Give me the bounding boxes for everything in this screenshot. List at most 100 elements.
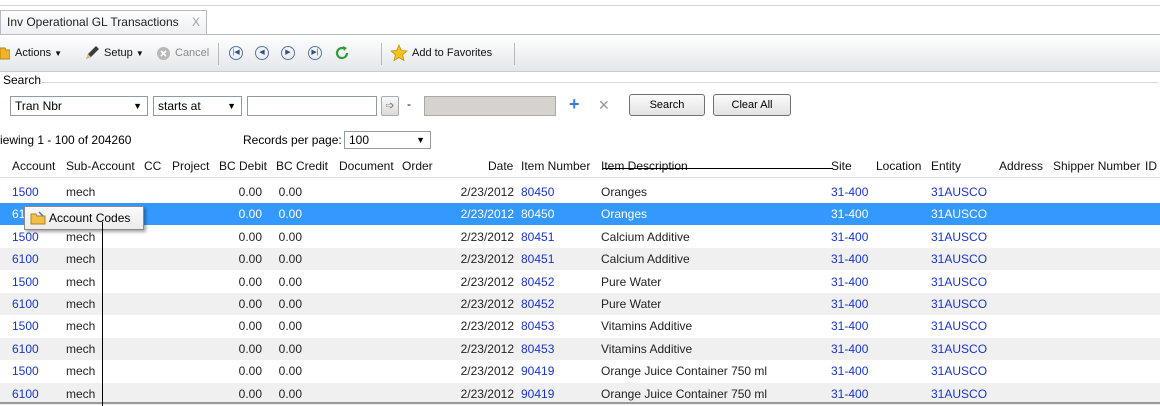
column-header-bc-debit[interactable]: BC Debit [219,155,267,177]
column-header-bc-credit[interactable]: BC Credit [276,155,328,177]
date-cell: 2/23/2012 [460,341,514,356]
entity-cell[interactable]: 31AUSCO [931,271,987,293]
site-cell[interactable]: 31-400 [831,203,868,225]
account-cell[interactable]: 1500 [12,360,39,382]
site-cell[interactable]: 31-400 [831,271,868,293]
go-arrow-icon[interactable]: ➩ [381,96,399,116]
column-header-entity[interactable]: Entity [931,155,961,177]
account-codes-label: Account Codes [49,211,131,225]
item-number-cell[interactable]: 80452 [521,271,554,293]
table-row[interactable]: 1500 mech 0.00 0.00 2/23/2012 80450 Oranges 31-… [0,181,1160,203]
search-operator-value: starts at [158,99,201,113]
setup-label: Setup [104,47,133,59]
column-header-address[interactable]: Address [999,155,1043,177]
table-row[interactable]: 1500 mech 0.00 0.00 2/23/2012 80453 Vitamins A… [0,315,1160,337]
table-row[interactable]: 1500 mech 0.00 0.00 2/23/2012 90419 Orange Jui… [0,360,1160,382]
column-header-shipper-number[interactable]: Shipper Number [1053,155,1140,177]
table-row[interactable]: 61 0.00 0.00 2/23/2012 80450 Oranges 31-400 31A… [0,203,1160,226]
entity-cell[interactable]: 31AUSCO [931,315,987,337]
chevron-down-icon: ▼ [416,135,425,145]
entity-cell[interactable]: 31AUSCO [931,248,987,270]
table-row[interactable]: 6100 mech 0.00 0.00 2/23/2012 80452 Pure Water… [0,293,1160,315]
bc-credit-cell: 0.00 [278,229,302,244]
site-cell[interactable]: 31-400 [831,293,868,315]
entity-cell[interactable]: 31AUSCO [931,203,987,225]
item-number-cell[interactable]: 80450 [521,181,554,203]
account-cell[interactable]: 6100 [12,338,39,360]
entity-cell[interactable]: 31AUSCO [931,181,987,203]
tab-inv-operational-gl-transactions[interactable]: Inv Operational GL Transactions X [0,10,207,34]
column-header-site[interactable]: Site [831,155,852,177]
item-number-cell[interactable]: 80451 [521,248,554,270]
item-description-cell: Vitamins Additive [601,319,693,334]
table-row[interactable]: 6100 mech 0.00 0.00 2/23/2012 80451 Calcium Ad… [0,248,1160,271]
column-header-id[interactable]: ID [1145,155,1157,177]
previous-page-icon[interactable]: ◀ [255,46,269,60]
site-cell[interactable]: 31-400 [831,338,868,360]
bc-debit-cell: 0.00 [238,185,262,199]
bc-credit-cell: 0.00 [278,319,302,334]
column-header-cc[interactable]: CC [144,155,161,177]
plus-icon[interactable]: + [569,94,580,114]
column-header-item-number[interactable]: Item Number [521,155,590,177]
column-header-document[interactable]: Document [339,155,394,177]
search-value-input[interactable] [247,96,377,116]
column-header-account[interactable]: Account [12,155,55,177]
table-row[interactable]: 6100 mech 0.00 0.00 2/23/2012 80453 Vitamins A… [0,337,1160,360]
records-per-page-select[interactable]: 100 ▼ [344,131,431,149]
next-page-icon[interactable]: ▶ [281,46,295,60]
add-to-favorites-button[interactable]: Add to Favorites [412,35,492,71]
entity-cell[interactable]: 31AUSCO [931,226,987,248]
search-field-select[interactable]: Tran Nbr ▼ [10,96,148,116]
table-row[interactable]: 1500 mech 0.00 0.00 2/23/2012 80451 Calcium Ad… [0,226,1160,248]
cancel-button[interactable]: Cancel [175,35,209,71]
column-header-item-description[interactable]: Item Description [601,155,688,177]
site-cell[interactable]: 31-400 [831,226,868,248]
actions-menu[interactable]: Actions ▼ [15,35,62,71]
item-number-cell[interactable]: 80452 [521,293,554,315]
item-number-cell[interactable]: 80453 [521,315,554,337]
column-header-sub-account[interactable]: Sub-Account [66,155,135,177]
site-cell[interactable]: 31-400 [831,315,868,337]
item-number-cell[interactable]: 90419 [521,360,554,382]
account-codes-popup[interactable]: Account Codes [24,206,144,230]
site-cell[interactable]: 31-400 [831,248,868,270]
first-page-icon[interactable]: |◀ [229,46,243,60]
account-cell[interactable]: 1500 [12,181,39,203]
item-number-cell[interactable]: 80453 [521,338,554,360]
tab-close-icon[interactable]: X [192,11,200,33]
entity-cell[interactable]: 31AUSCO [931,293,987,315]
item-number-cell[interactable]: 80451 [521,226,554,248]
range-separator: - [407,97,411,111]
date-cell: 2/23/2012 [460,364,514,379]
site-cell[interactable]: 31-400 [831,181,868,203]
item-number-cell[interactable]: 80450 [521,203,554,225]
table-row[interactable]: 1500 mech 0.00 0.00 2/23/2012 80452 Pure Water… [0,271,1160,293]
records-per-page-value: 100 [349,133,370,147]
item-description-cell: Oranges [601,185,648,199]
account-cell[interactable]: 1500 [12,315,39,337]
column-header-project[interactable]: Project [172,155,209,177]
last-page-icon[interactable]: ▶| [308,46,322,60]
column-header-location[interactable]: Location [876,155,921,177]
date-cell: 2/23/2012 [460,274,514,289]
column-header-order[interactable]: Order [402,155,433,177]
entity-cell[interactable]: 31AUSCO [931,338,987,360]
site-cell[interactable]: 31-400 [831,360,868,382]
search-operator-select[interactable]: starts at ▼ [153,96,242,116]
account-cell[interactable]: 6100 [12,248,39,270]
bc-credit-cell: 0.00 [278,207,302,222]
column-header-date[interactable]: Date [488,155,513,177]
clear-x-icon[interactable]: ✕ [598,95,610,115]
account-cell[interactable]: 6100 [12,293,39,315]
refresh-icon[interactable] [334,45,350,61]
search-section-divider [40,82,1158,83]
setup-menu[interactable]: Setup ▼ [104,35,144,71]
account-cell[interactable]: 1500 [12,271,39,293]
tab-title: Inv Operational GL Transactions [7,15,179,29]
clear-all-button[interactable]: Clear All [713,94,791,116]
sub-account-cell: mech [66,319,96,334]
column-resize-guide [603,168,833,169]
entity-cell[interactable]: 31AUSCO [931,360,987,382]
search-button[interactable]: Search [629,94,705,116]
